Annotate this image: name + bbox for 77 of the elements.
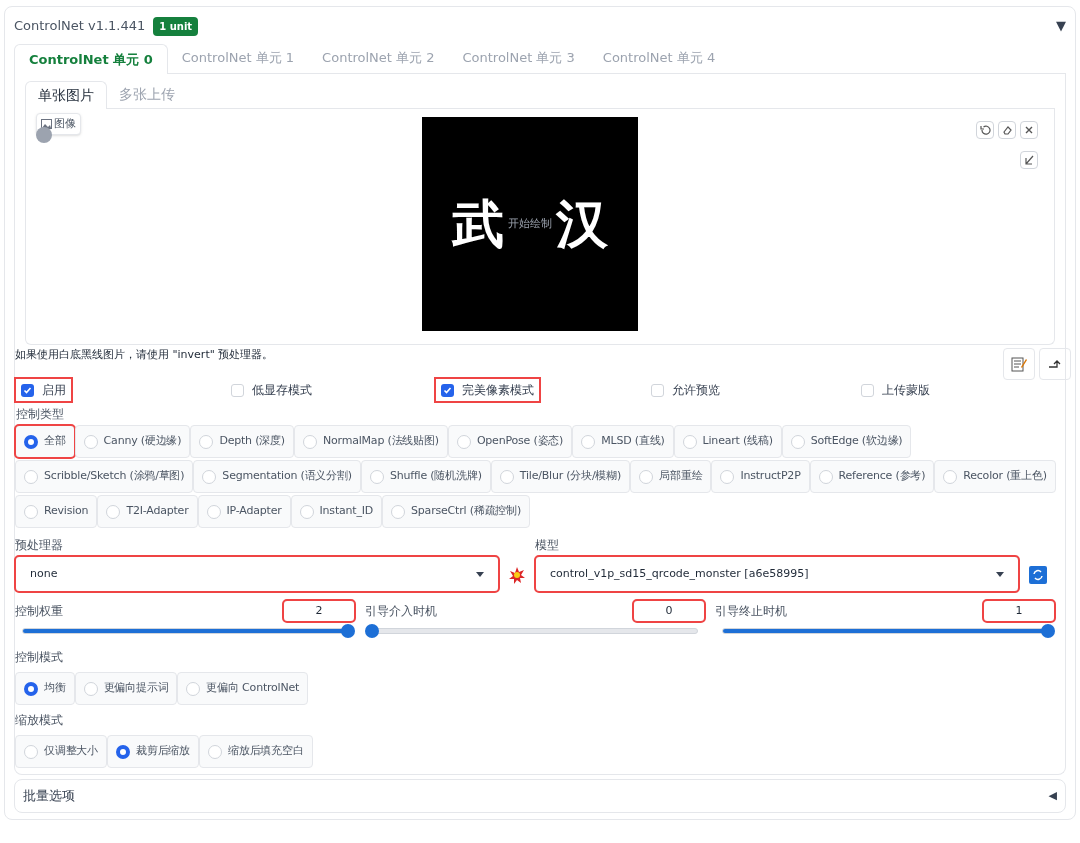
number-field[interactable]: 1	[983, 600, 1055, 622]
radio-option[interactable]: 局部重绘	[630, 460, 712, 493]
field-label: 预处理器	[15, 537, 64, 554]
radio-option[interactable]: SparseCtrl (稀疏控制)	[382, 495, 530, 528]
radio-option[interactable]: MLSD (直线)	[572, 425, 674, 458]
radio-option[interactable]: 缩放后填充空白	[199, 735, 313, 768]
undo-button[interactable]	[976, 121, 994, 139]
batch-options-bar[interactable]: 批量选项 ◀	[14, 779, 1066, 813]
hint-text: 如果使用白底黑线图片，请使用 "invert" 预处理器。	[15, 347, 274, 363]
slider-thumb[interactable]	[1041, 624, 1055, 638]
radio-option[interactable]: Tile/Blur (分块/模糊)	[490, 460, 631, 493]
expand-toggle[interactable]: ◀	[1048, 787, 1057, 805]
brush-button[interactable]	[1020, 151, 1038, 169]
radio-option[interactable]: InstructP2P	[711, 460, 810, 493]
checkbox-option[interactable]: 启用	[15, 378, 72, 402]
notepad-icon	[1010, 355, 1028, 373]
info-icon	[36, 127, 52, 143]
radio-option[interactable]: 裁剪后缩放	[107, 735, 200, 768]
check-icon	[23, 385, 32, 395]
section-label: 缩放模式	[15, 712, 64, 729]
radio-option[interactable]: 全部	[15, 425, 75, 458]
radio-option[interactable]: Canny (硬边缘)	[74, 425, 191, 458]
checkbox-option[interactable]: 低显存模式	[225, 378, 318, 402]
radio-option[interactable]: Reference (参考)	[809, 460, 935, 493]
caret-icon	[476, 571, 484, 577]
close-icon	[1023, 124, 1035, 136]
explosion-icon[interactable]	[508, 566, 526, 584]
eraser-icon	[1001, 124, 1013, 136]
slider-thumb[interactable]	[341, 624, 355, 638]
start-drawing-label: 开始绘制	[508, 215, 552, 232]
caret-icon	[996, 571, 1004, 577]
refresh-icon[interactable]	[1029, 566, 1047, 584]
undo-icon	[979, 124, 991, 136]
radio-option[interactable]: IP-Adapter	[197, 495, 291, 528]
slider-label: 引导介入时机	[365, 603, 437, 620]
slider-label: 引导终止时机	[715, 603, 787, 620]
collapse-toggle[interactable]: ▼	[1056, 16, 1066, 36]
unit-tab[interactable]: ControlNet 单元 0	[14, 44, 168, 74]
number-field[interactable]: 0	[633, 600, 705, 622]
close-button[interactable]	[1020, 121, 1038, 139]
radio-option[interactable]: 更偏向 ControlNet	[177, 672, 309, 705]
unit-badge: 1 unit	[153, 16, 199, 36]
image-character: 武	[452, 198, 504, 250]
arrow-icon	[1048, 359, 1062, 369]
dropdown-field[interactable]: none	[15, 556, 499, 592]
checkbox-option[interactable]: 完美像素模式	[435, 378, 540, 402]
image-label: 图像	[36, 113, 81, 135]
panel-title: ControlNet v1.1.441	[14, 17, 146, 36]
radio-option[interactable]: Scribble/Sketch (涂鸦/草图)	[15, 460, 194, 493]
radio-option[interactable]: NormalMap (法线贴图)	[293, 425, 448, 458]
section-label: 控制模式	[15, 649, 64, 666]
radio-option[interactable]: Revision	[15, 495, 98, 528]
section-label: 控制类型	[15, 406, 65, 423]
send-button[interactable]	[1039, 348, 1071, 380]
radio-option[interactable]: Instant_ID	[290, 495, 383, 528]
radio-option[interactable]: Lineart (线稿)	[673, 425, 782, 458]
radio-option[interactable]: 仅调整大小	[15, 735, 107, 768]
radio-option[interactable]: T2I-Adapter	[97, 495, 198, 528]
radio-option[interactable]: Depth (深度)	[190, 425, 294, 458]
radio-option[interactable]: 均衡	[15, 672, 75, 705]
radio-option[interactable]: 更偏向提示词	[74, 672, 178, 705]
eraser-button[interactable]	[998, 121, 1016, 139]
check-icon	[443, 385, 452, 395]
radio-option[interactable]: Recolor (重上色)	[934, 460, 1056, 493]
field-label: 模型	[535, 537, 560, 554]
slider-thumb[interactable]	[365, 624, 379, 638]
image-character: 汉	[556, 198, 608, 250]
radio-option[interactable]: OpenPose (姿态)	[447, 425, 573, 458]
number-field[interactable]: 2	[283, 600, 355, 622]
checkbox-option[interactable]: 上传蒙版	[855, 378, 936, 402]
dropdown-field[interactable]: control_v1p_sd15_qrcode_monster [a6e58995]	[535, 556, 1019, 592]
checkbox-option[interactable]: 允许预览	[645, 378, 726, 402]
radio-option[interactable]: SoftEdge (软边缘)	[781, 425, 912, 458]
radio-option[interactable]: Segmentation (语义分割)	[193, 460, 361, 493]
radio-option[interactable]: Shuffle (随机洗牌)	[360, 460, 491, 493]
image-tab[interactable]: 单张图片	[25, 81, 107, 109]
slider-label: 控制权重	[15, 603, 63, 620]
